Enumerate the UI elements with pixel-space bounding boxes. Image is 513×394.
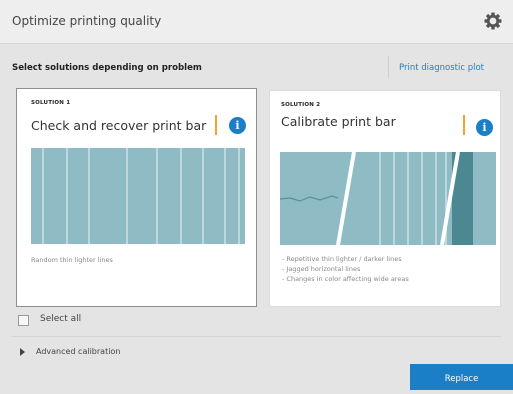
page-title: Optimize printing quality <box>12 14 162 28</box>
solution-card-2[interactable]: SOLUTION 2 Calibrate print bar i - Repet… <box>269 90 501 307</box>
selection-indicator <box>215 115 217 135</box>
select-all-label: Select all <box>40 314 82 324</box>
section-label: Select solutions depending on problem <box>12 63 202 73</box>
gear-icon[interactable] <box>483 11 503 31</box>
description-line: - Jagged horizontal lines <box>282 265 361 273</box>
title-bar: Optimize printing quality <box>0 0 513 44</box>
header-divider <box>388 56 389 78</box>
solution-card-1[interactable]: SOLUTION 1 Check and recover print bar i… <box>16 88 257 307</box>
replace-button[interactable]: Replace <box>410 364 513 390</box>
description-line: - Changes in color affecting wide areas <box>282 275 409 283</box>
solution-title: Calibrate print bar <box>281 114 396 129</box>
description-line: Random thin lighter lines <box>31 256 113 264</box>
info-icon[interactable]: i <box>229 117 246 134</box>
solutions-header: Select solutions depending on problem Pr… <box>0 44 513 86</box>
divider <box>12 336 501 337</box>
solution-title: Check and recover print bar <box>31 118 207 133</box>
print-diagnostic-plot-link[interactable]: Print diagnostic plot <box>399 63 484 73</box>
info-icon[interactable]: i <box>476 119 493 136</box>
solution-label: SOLUTION 2 <box>281 102 321 108</box>
solution-label: SOLUTION 1 <box>31 100 71 106</box>
select-all-checkbox[interactable] <box>18 315 29 326</box>
calibration-illustration <box>280 152 496 245</box>
random-lines-illustration <box>31 148 245 244</box>
selection-indicator <box>463 115 465 135</box>
description-line: - Repetitive thin lighter / darker lines <box>282 255 402 263</box>
advanced-calibration-label: Advanced calibration <box>36 347 121 356</box>
solution-description: - Repetitive thin lighter / darker lines… <box>282 254 409 284</box>
expand-triangle-icon <box>20 348 25 356</box>
solution-description: Random thin lighter lines <box>31 255 113 265</box>
